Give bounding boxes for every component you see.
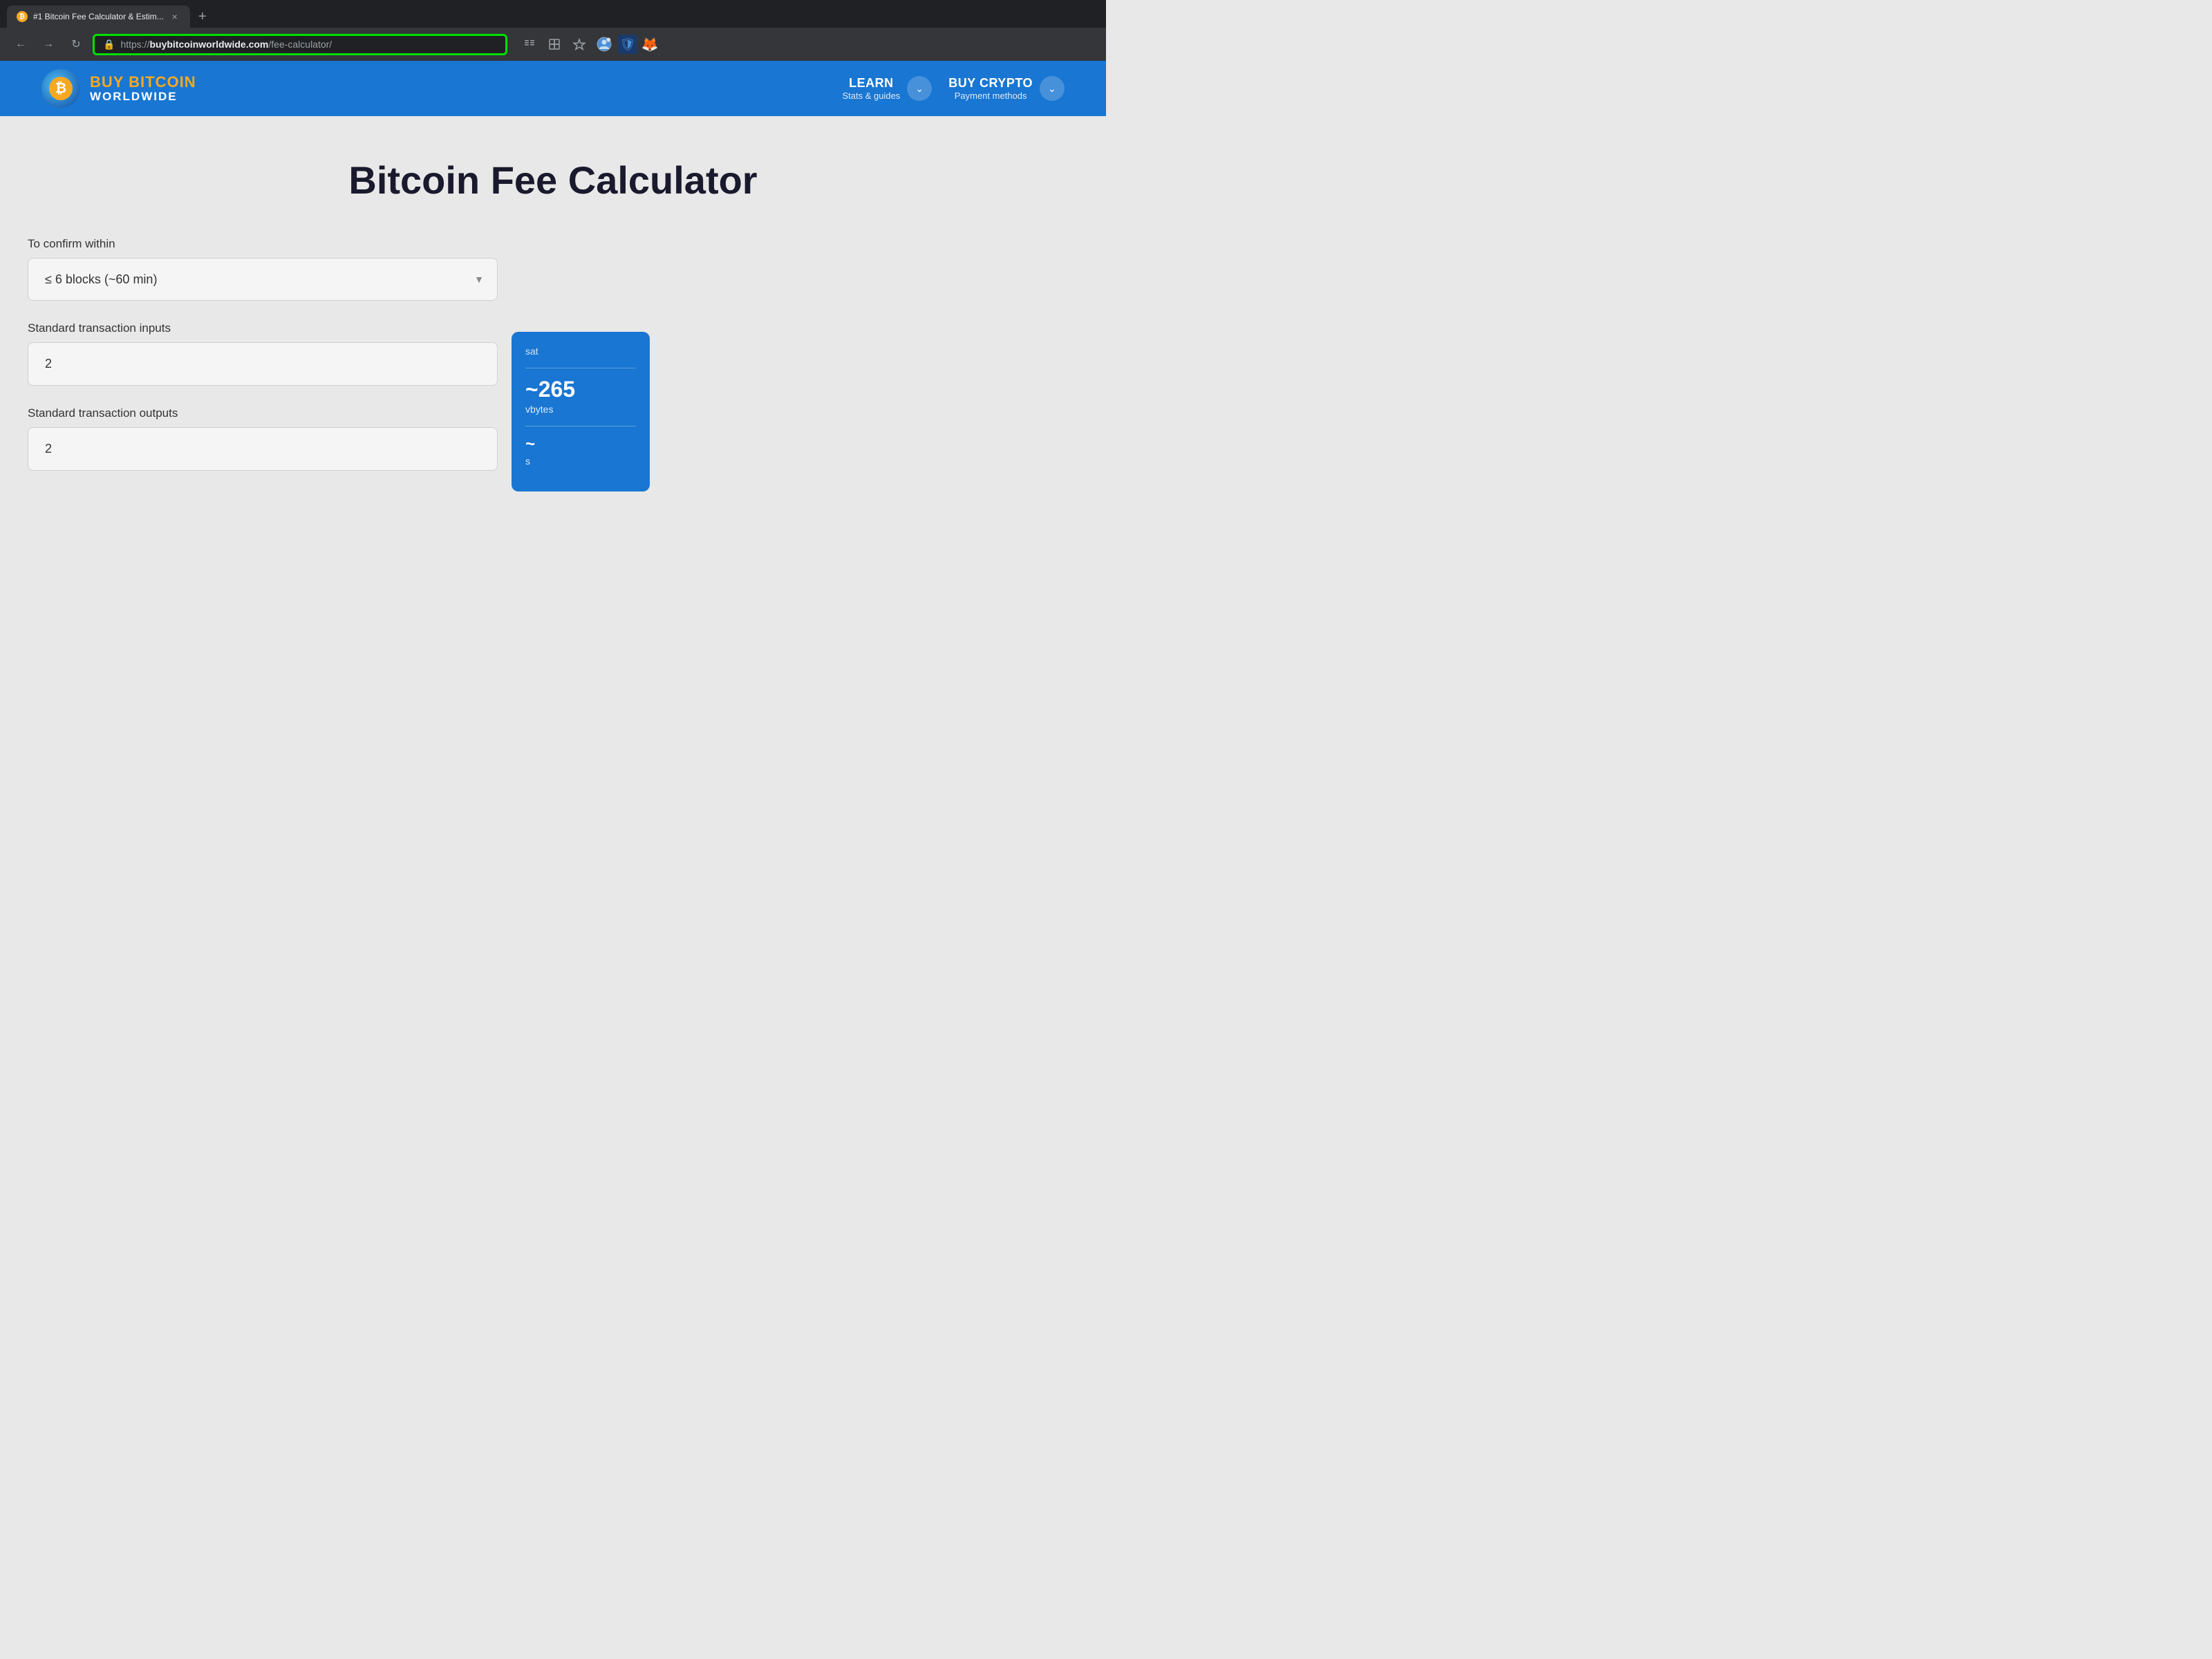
logo-worldwide: WORLDWIDE: [90, 91, 196, 104]
nav-bar: ← → ↻ 🔒 https://buybitcoinworldwide.com/…: [0, 28, 1106, 61]
result-vbytes-row: ~265 vbytes: [525, 377, 636, 415]
result-sat-row: sat: [525, 346, 636, 357]
address-domain: buybitcoinworldwide.com: [149, 39, 268, 50]
logo-text: BUY BITCOIN WORLDWIDE: [90, 74, 196, 104]
back-button[interactable]: ←: [10, 33, 32, 55]
nav-buy-crypto-text: BUY CRYPTO Payment methods: [948, 76, 1033, 101]
inputs-group: Standard transaction inputs: [28, 321, 498, 386]
calculator-form: To confirm within ≤ 6 blocks (~60 min) S…: [28, 237, 498, 491]
confirm-select[interactable]: ≤ 6 blocks (~60 min): [28, 258, 498, 301]
outputs-label: Standard transaction outputs: [28, 406, 498, 420]
nav-learn-sub: Stats & guides: [842, 91, 900, 101]
site-nav: ₿ BUY BITCOIN WORLDWIDE LEARN Stats & gu…: [0, 61, 1106, 116]
nav-right-icons: ⊕ 🛡 🦊: [518, 33, 659, 55]
address-path: /fee-calculator/: [268, 39, 332, 50]
outputs-group: Standard transaction outputs: [28, 406, 498, 471]
nav-learn-chevron[interactable]: ⌄: [907, 76, 932, 101]
fox-extension-icon[interactable]: 🦊: [640, 35, 659, 54]
inputs-field[interactable]: [28, 342, 498, 386]
result-second-label: s: [525, 456, 636, 467]
address-text: https://buybitcoinworldwide.com/fee-calc…: [120, 39, 497, 50]
page-title: Bitcoin Fee Calculator: [28, 158, 1078, 203]
address-protocol: https://: [120, 39, 149, 50]
tab-close-button[interactable]: ×: [169, 11, 180, 22]
new-tab-button[interactable]: +: [193, 7, 212, 26]
forward-button[interactable]: →: [37, 33, 59, 55]
refresh-button[interactable]: ↻: [65, 33, 87, 55]
calculator-layout: To confirm within ≤ 6 blocks (~60 min) S…: [28, 237, 1078, 491]
website: ₿ BUY BITCOIN WORLDWIDE LEARN Stats & gu…: [0, 61, 1106, 519]
tab-favicon: ₿: [17, 11, 28, 22]
main-content: Bitcoin Fee Calculator To confirm within…: [0, 116, 1106, 519]
tab-title: #1 Bitcoin Fee Calculator & Estim...: [33, 12, 164, 21]
reader-view-button[interactable]: [518, 33, 541, 55]
logo-area[interactable]: ₿ BUY BITCOIN WORLDWIDE: [41, 69, 196, 108]
shield-extension-icon[interactable]: 🛡: [618, 35, 637, 54]
confirm-label: To confirm within: [28, 237, 498, 251]
result-second-value: ~: [525, 435, 636, 454]
active-tab[interactable]: ₿ #1 Bitcoin Fee Calculator & Estim... ×: [7, 6, 190, 28]
nav-learn-text: LEARN Stats & guides: [842, 76, 900, 101]
nav-buy-crypto-chevron[interactable]: ⌄: [1040, 76, 1065, 101]
nav-learn[interactable]: LEARN Stats & guides ⌄: [842, 76, 932, 101]
logo-buy-bitcoin: BUY BITCOIN: [90, 74, 196, 91]
tab-bar: ₿ #1 Bitcoin Fee Calculator & Estim... ×…: [0, 0, 1106, 28]
confirm-within-group: To confirm within ≤ 6 blocks (~60 min): [28, 237, 498, 301]
nav-buy-crypto[interactable]: BUY CRYPTO Payment methods ⌄: [948, 76, 1065, 101]
address-bar[interactable]: 🔒 https://buybitcoinworldwide.com/fee-ca…: [93, 34, 507, 55]
result-panel: sat ~265 vbytes ~ s: [512, 332, 650, 491]
nav-learn-main: LEARN: [842, 76, 900, 91]
result-sat-label: sat: [525, 346, 636, 357]
lock-icon: 🔒: [103, 39, 115, 50]
svg-text:⊕: ⊕: [606, 37, 611, 43]
favorites-button[interactable]: [568, 33, 590, 55]
outputs-field[interactable]: [28, 427, 498, 471]
result-vbytes-label: vbytes: [525, 404, 636, 415]
logo-bitcoin-symbol: ₿: [49, 77, 73, 100]
nav-menu: LEARN Stats & guides ⌄ BUY CRYPTO Paymen…: [842, 76, 1065, 101]
confirm-select-wrapper: ≤ 6 blocks (~60 min): [28, 258, 498, 301]
result-vbytes-value: ~265: [525, 377, 636, 402]
collections-button[interactable]: [543, 33, 565, 55]
inputs-label: Standard transaction inputs: [28, 321, 498, 335]
result-divider-2: [525, 426, 636, 427]
browser-chrome: ₿ #1 Bitcoin Fee Calculator & Estim... ×…: [0, 0, 1106, 61]
logo-globe: ₿: [41, 69, 80, 108]
nav-buy-crypto-sub: Payment methods: [948, 91, 1033, 101]
result-second-row: ~ s: [525, 435, 636, 467]
nav-buy-crypto-main: BUY CRYPTO: [948, 76, 1033, 91]
profile-button[interactable]: ⊕: [593, 33, 615, 55]
